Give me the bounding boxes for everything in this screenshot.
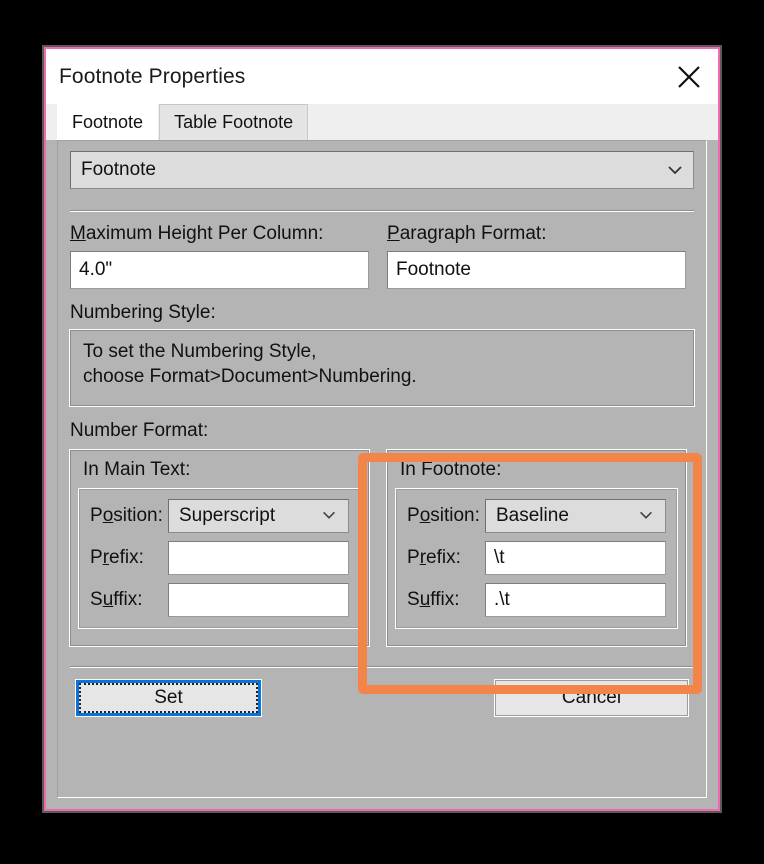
numbering-style-label: Numbering Style: — [70, 302, 216, 323]
in-main-text-title: In Main Text: — [83, 459, 191, 480]
footnote-prefix-value: \t — [494, 547, 505, 568]
main-position-value: Superscript — [179, 505, 276, 526]
main-prefix-label: Prefix: — [90, 547, 144, 568]
separator-top — [70, 210, 694, 212]
in-footnote-title: In Footnote: — [400, 459, 502, 480]
tab-strip: Footnote Table Footnote — [46, 104, 718, 140]
main-suffix-label: Suffix: — [90, 589, 143, 610]
tab-table-footnote[interactable]: Table Footnote — [159, 104, 309, 140]
footnote-type-dropdown[interactable]: Footnote — [70, 151, 694, 189]
footnote-suffix-label: Suffix: — [407, 589, 460, 610]
set-button[interactable]: Set — [75, 679, 262, 717]
footnote-suffix-row: Suffix: .\t — [407, 583, 666, 617]
close-icon[interactable] — [664, 49, 714, 104]
paragraph-format-input[interactable]: Footnote — [387, 251, 686, 289]
footnote-type-value: Footnote — [81, 159, 156, 180]
in-footnote-group: In Footnote: Position: Baseline Prefix: … — [386, 449, 687, 647]
page-title: Footnote Properties — [59, 64, 246, 88]
paragraph-format-label: Paragraph Format: — [387, 223, 547, 244]
chevron-down-icon — [320, 506, 340, 526]
number-format-groups: In Main Text: Position: Superscript Pref… — [69, 449, 694, 647]
main-position-row: Position: Superscript — [90, 499, 349, 533]
footnote-prefix-row: Prefix: \t — [407, 541, 666, 575]
separator-bottom — [70, 666, 694, 668]
footnote-position-label: Position: — [407, 505, 480, 526]
footnote-position-dropdown[interactable]: Baseline — [485, 499, 666, 533]
main-position-dropdown[interactable]: Superscript — [168, 499, 349, 533]
in-main-text-group: In Main Text: Position: Superscript Pref… — [69, 449, 370, 647]
tab-footnote[interactable]: Footnote — [57, 104, 159, 140]
max-height-input[interactable]: 4.0" — [70, 251, 369, 289]
in-main-text-fields: Position: Superscript Prefix: Suffix: — [78, 488, 361, 629]
footnote-suffix-value: .\t — [494, 589, 510, 610]
numbering-style-info: To set the Numbering Style, choose Forma… — [69, 329, 695, 407]
chevron-down-icon — [665, 160, 685, 180]
footnote-position-row: Position: Baseline — [407, 499, 666, 533]
footnote-position-value: Baseline — [496, 505, 569, 526]
tab-panel-footnote: Footnote Maximum Height Per Column: 4.0" — [57, 140, 707, 798]
paragraph-format-value: Footnote — [396, 259, 471, 280]
cancel-button[interactable]: Cancel — [494, 679, 689, 717]
chevron-down-icon — [637, 506, 657, 526]
numbering-style-line-1: To set the Numbering Style, — [83, 341, 317, 362]
cancel-button-label: Cancel — [561, 687, 622, 708]
title-bar: Footnote Properties — [46, 49, 718, 104]
max-height-field-group: Maximum Height Per Column: 4.0" — [70, 223, 369, 289]
footnote-suffix-input[interactable]: .\t — [485, 583, 666, 617]
main-suffix-row: Suffix: — [90, 583, 349, 617]
paragraph-format-field-group: Paragraph Format: Footnote — [387, 223, 686, 289]
tab-table-footnote-label: Table Footnote — [174, 112, 294, 132]
footnote-prefix-label: Prefix: — [407, 547, 461, 568]
button-bar: Set Cancel — [70, 679, 694, 717]
tab-footnote-label: Footnote — [72, 112, 144, 132]
numbering-style-line-2: choose Format>Document>Numbering. — [83, 365, 417, 387]
number-format-label: Number Format: — [70, 420, 209, 441]
footnote-prefix-input[interactable]: \t — [485, 541, 666, 575]
main-prefix-input[interactable] — [168, 541, 349, 575]
main-position-label: Position: — [90, 505, 163, 526]
max-height-label: Maximum Height Per Column: — [70, 223, 324, 244]
set-button-label: Set — [154, 687, 183, 708]
main-suffix-input[interactable] — [168, 583, 349, 617]
max-height-value: 4.0" — [79, 259, 113, 280]
footnote-properties-dialog: Footnote Properties Footnote Table Footn… — [42, 45, 722, 813]
main-prefix-row: Prefix: — [90, 541, 349, 575]
fields-row: Maximum Height Per Column: 4.0" Paragrap… — [70, 223, 694, 289]
in-footnote-fields: Position: Baseline Prefix: \t Suffix: .\… — [395, 488, 678, 629]
